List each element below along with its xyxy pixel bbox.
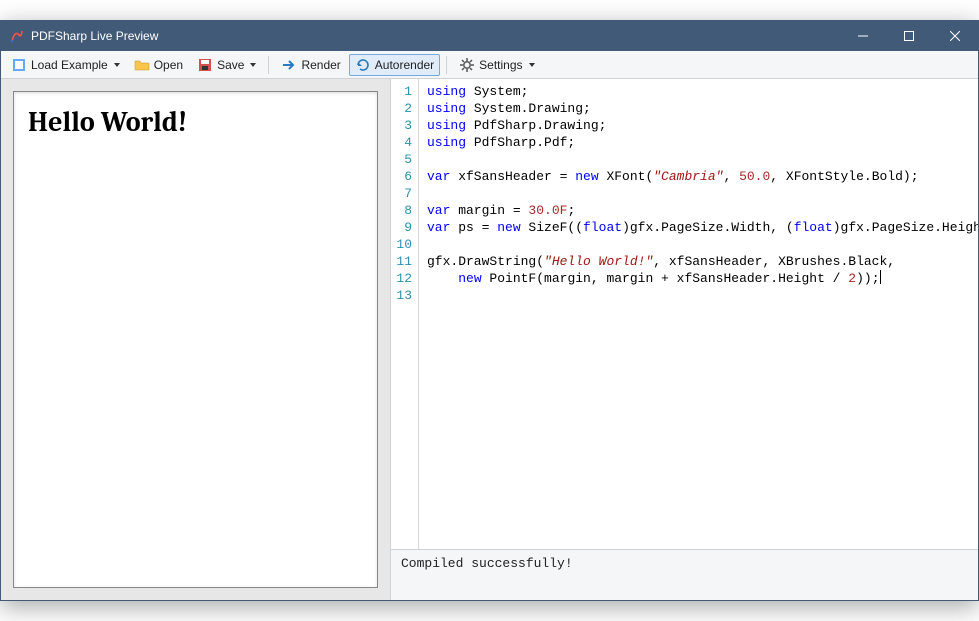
line-number: 1 (391, 83, 412, 100)
open-button[interactable]: Open (128, 54, 189, 76)
floppy-disk-icon (197, 57, 213, 73)
autorender-button[interactable]: Autorender (349, 54, 440, 76)
save-button[interactable]: Save (191, 54, 262, 76)
right-panel: 12345678910111213 using System;using Sys… (391, 79, 978, 600)
refresh-icon (355, 57, 371, 73)
render-label: Render (301, 58, 340, 72)
maximize-button[interactable] (886, 21, 932, 51)
minimize-button[interactable] (840, 21, 886, 51)
line-number: 12 (391, 270, 412, 287)
open-label: Open (154, 58, 183, 72)
content-area: Hello World! 12345678910111213 using Sys… (1, 79, 978, 600)
app-icon (9, 28, 25, 44)
load-example-button[interactable]: Load Example (5, 54, 126, 76)
line-number-gutter: 12345678910111213 (391, 79, 419, 549)
code-line[interactable]: new PointF(margin, margin + xfSansHeader… (427, 270, 970, 287)
toolbar-separator (446, 56, 447, 74)
code-line[interactable]: using PdfSharp.Pdf; (427, 134, 970, 151)
chevron-down-icon (250, 63, 256, 67)
code-line[interactable]: var xfSansHeader = new XFont("Cambria", … (427, 168, 970, 185)
line-number: 13 (391, 287, 412, 304)
close-button[interactable] (932, 21, 978, 51)
code-line[interactable]: using System; (427, 83, 970, 100)
line-number: 11 (391, 253, 412, 270)
load-example-label: Load Example (31, 58, 108, 72)
line-number: 4 (391, 134, 412, 151)
chevron-down-icon (529, 63, 535, 67)
code-line[interactable]: var ps = new SizeF((float)gfx.PageSize.W… (427, 219, 970, 236)
line-number: 6 (391, 168, 412, 185)
settings-button[interactable]: Settings (453, 54, 540, 76)
save-label: Save (217, 58, 244, 72)
code-line[interactable] (427, 185, 970, 202)
window-title: PDFSharp Live Preview (31, 29, 158, 43)
titlebar: PDFSharp Live Preview (1, 21, 978, 51)
code-line[interactable]: using System.Drawing; (427, 100, 970, 117)
load-example-icon (11, 57, 27, 73)
line-number: 8 (391, 202, 412, 219)
toolbar: Load Example Open Save Render (1, 51, 978, 79)
autorender-label: Autorender (375, 58, 434, 72)
line-number: 5 (391, 151, 412, 168)
code-editor[interactable]: 12345678910111213 using System;using Sys… (391, 79, 978, 550)
line-number: 3 (391, 117, 412, 134)
code-area[interactable]: using System;using System.Drawing;using … (419, 79, 978, 549)
line-number: 7 (391, 185, 412, 202)
preview-panel: Hello World! (1, 79, 391, 600)
code-line[interactable] (427, 151, 970, 168)
line-number: 2 (391, 100, 412, 117)
toolbar-separator (268, 56, 269, 74)
window: PDFSharp Live Preview Load Example Open (0, 20, 979, 601)
line-number: 10 (391, 236, 412, 253)
folder-open-icon (134, 57, 150, 73)
preview-heading: Hello World! (28, 106, 363, 138)
code-line[interactable]: using PdfSharp.Drawing; (427, 117, 970, 134)
code-line[interactable]: gfx.DrawString("Hello World!", xfSansHea… (427, 253, 970, 270)
chevron-down-icon (114, 63, 120, 67)
code-line[interactable]: var margin = 30.0F; (427, 202, 970, 219)
code-line[interactable] (427, 236, 970, 253)
settings-label: Settings (479, 58, 522, 72)
render-button[interactable]: Render (275, 54, 346, 76)
status-panel: Compiled successfully! (391, 550, 978, 600)
code-line[interactable] (427, 287, 970, 304)
status-text: Compiled successfully! (401, 556, 573, 571)
gear-icon (459, 57, 475, 73)
preview-page: Hello World! (13, 91, 378, 588)
arrow-right-icon (281, 57, 297, 73)
line-number: 9 (391, 219, 412, 236)
